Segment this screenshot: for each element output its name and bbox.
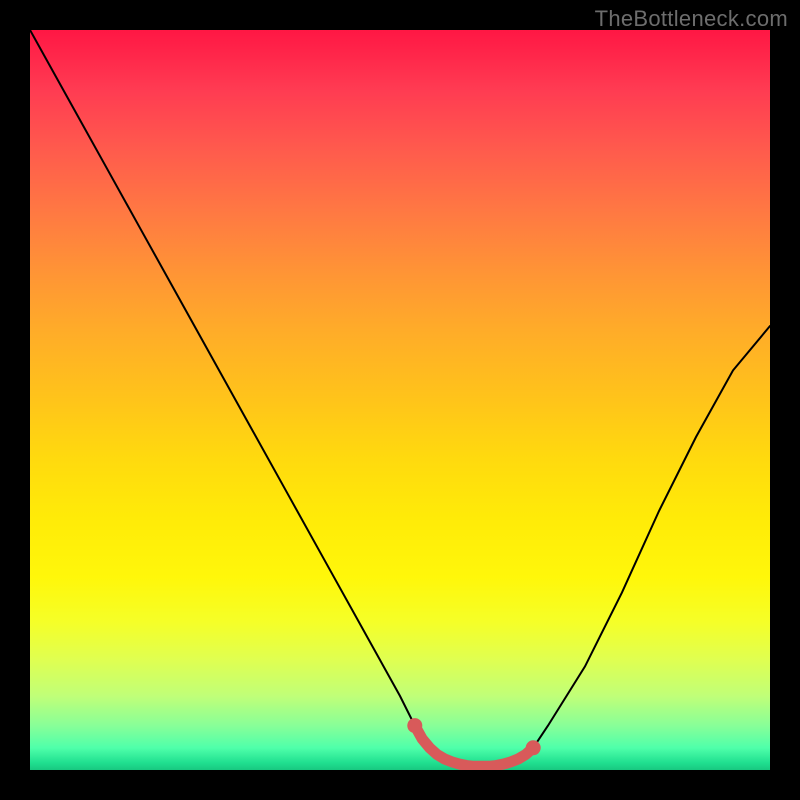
plot-area bbox=[30, 30, 770, 770]
chart-svg bbox=[30, 30, 770, 770]
chart-container: TheBottleneck.com bbox=[0, 0, 800, 800]
bottleneck-curve-path bbox=[30, 30, 770, 766]
optimal-range-marker-path bbox=[415, 726, 533, 767]
watermark-text: TheBottleneck.com bbox=[595, 6, 788, 32]
marker-dot bbox=[526, 740, 541, 755]
marker-dot bbox=[407, 718, 422, 733]
